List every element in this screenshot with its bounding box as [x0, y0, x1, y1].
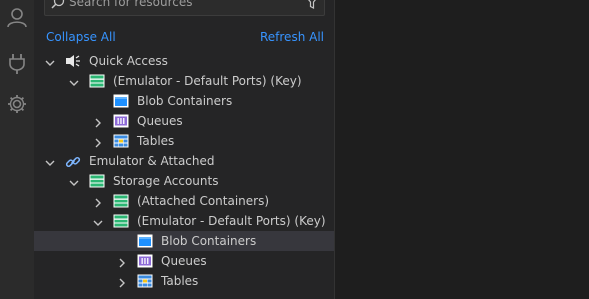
tree-item-blob-containers-2[interactable]: Blob Containers [34, 231, 334, 251]
tree-item-blob-containers[interactable]: Blob Containers [34, 91, 334, 111]
tree-item-label: Tables [161, 274, 199, 288]
tree-item-label: Queues [137, 114, 183, 128]
tree-item-tables[interactable]: Tables [34, 131, 334, 151]
search-icon [51, 0, 65, 12]
chevron-right-icon[interactable] [92, 115, 104, 128]
chevron-right-icon[interactable] [92, 195, 104, 208]
storage-account-icon [89, 74, 105, 88]
main-editor-area [335, 0, 589, 299]
search-box[interactable] [44, 0, 325, 16]
storage-explorer-sidebar: Collapse All Refresh All Quick Access (Em… [34, 0, 335, 299]
chevron-down-icon[interactable] [44, 155, 56, 167]
tree-item-emulator-attached[interactable]: Emulator & Attached [34, 151, 334, 171]
refresh-all-link[interactable]: Refresh All [260, 30, 324, 44]
chevron-down-icon[interactable] [44, 55, 56, 67]
tree-item-queues[interactable]: Queues [34, 111, 334, 131]
link-icon [65, 154, 81, 168]
filter-icon[interactable] [304, 0, 320, 13]
activity-bar [0, 0, 34, 299]
storage-account-icon [113, 214, 129, 228]
tree-item-label: Quick Access [89, 54, 168, 68]
chevron-down-icon[interactable] [68, 75, 80, 87]
blob-containers-icon [137, 234, 153, 248]
chevron-down-icon[interactable] [92, 215, 104, 227]
tree-item-tables-2[interactable]: Tables [34, 271, 334, 291]
chevron-right-icon[interactable] [116, 255, 128, 268]
tree-item-storage-accounts[interactable]: Storage Accounts [34, 171, 334, 191]
settings-gear-icon[interactable] [0, 91, 34, 117]
tree-item-label: Blob Containers [161, 234, 257, 248]
tree-item-label: Storage Accounts [113, 174, 219, 188]
plug-icon[interactable] [0, 51, 34, 77]
tables-icon [137, 274, 153, 288]
tree-item-emulator-default-ports-key-2[interactable]: (Emulator - Default Ports) (Key) [34, 211, 334, 231]
tree-item-queues-2[interactable]: Queues [34, 251, 334, 271]
tree-item-label: (Emulator - Default Ports) (Key) [113, 74, 302, 88]
chevron-down-icon[interactable] [68, 175, 80, 187]
resource-tree: Quick Access (Emulator - Default Ports) (… [34, 51, 334, 291]
search-input[interactable] [69, 0, 289, 12]
tree-item-label: Tables [137, 134, 175, 148]
tables-icon [113, 134, 129, 148]
tree-item-quick-access[interactable]: Quick Access [34, 51, 334, 71]
storage-account-icon [89, 174, 105, 188]
tree-item-attached-containers[interactable]: (Attached Containers) [34, 191, 334, 211]
tree-item-label: Blob Containers [137, 94, 233, 108]
blob-containers-icon [113, 94, 129, 108]
collapse-all-link[interactable]: Collapse All [46, 30, 116, 44]
chevron-right-icon[interactable] [92, 135, 104, 148]
storage-account-icon [113, 194, 129, 208]
tree-item-label: (Emulator - Default Ports) (Key) [137, 214, 326, 228]
quick-access-icon [65, 54, 81, 68]
tree-item-label: Queues [161, 254, 207, 268]
queues-icon [137, 254, 153, 268]
tree-item-label: Emulator & Attached [89, 154, 215, 168]
tree-item-emulator-default-ports-key[interactable]: (Emulator - Default Ports) (Key) [34, 71, 334, 91]
queues-icon [113, 114, 129, 128]
account-icon[interactable] [0, 4, 34, 30]
tree-item-label: (Attached Containers) [137, 194, 270, 208]
chevron-right-icon[interactable] [116, 275, 128, 288]
